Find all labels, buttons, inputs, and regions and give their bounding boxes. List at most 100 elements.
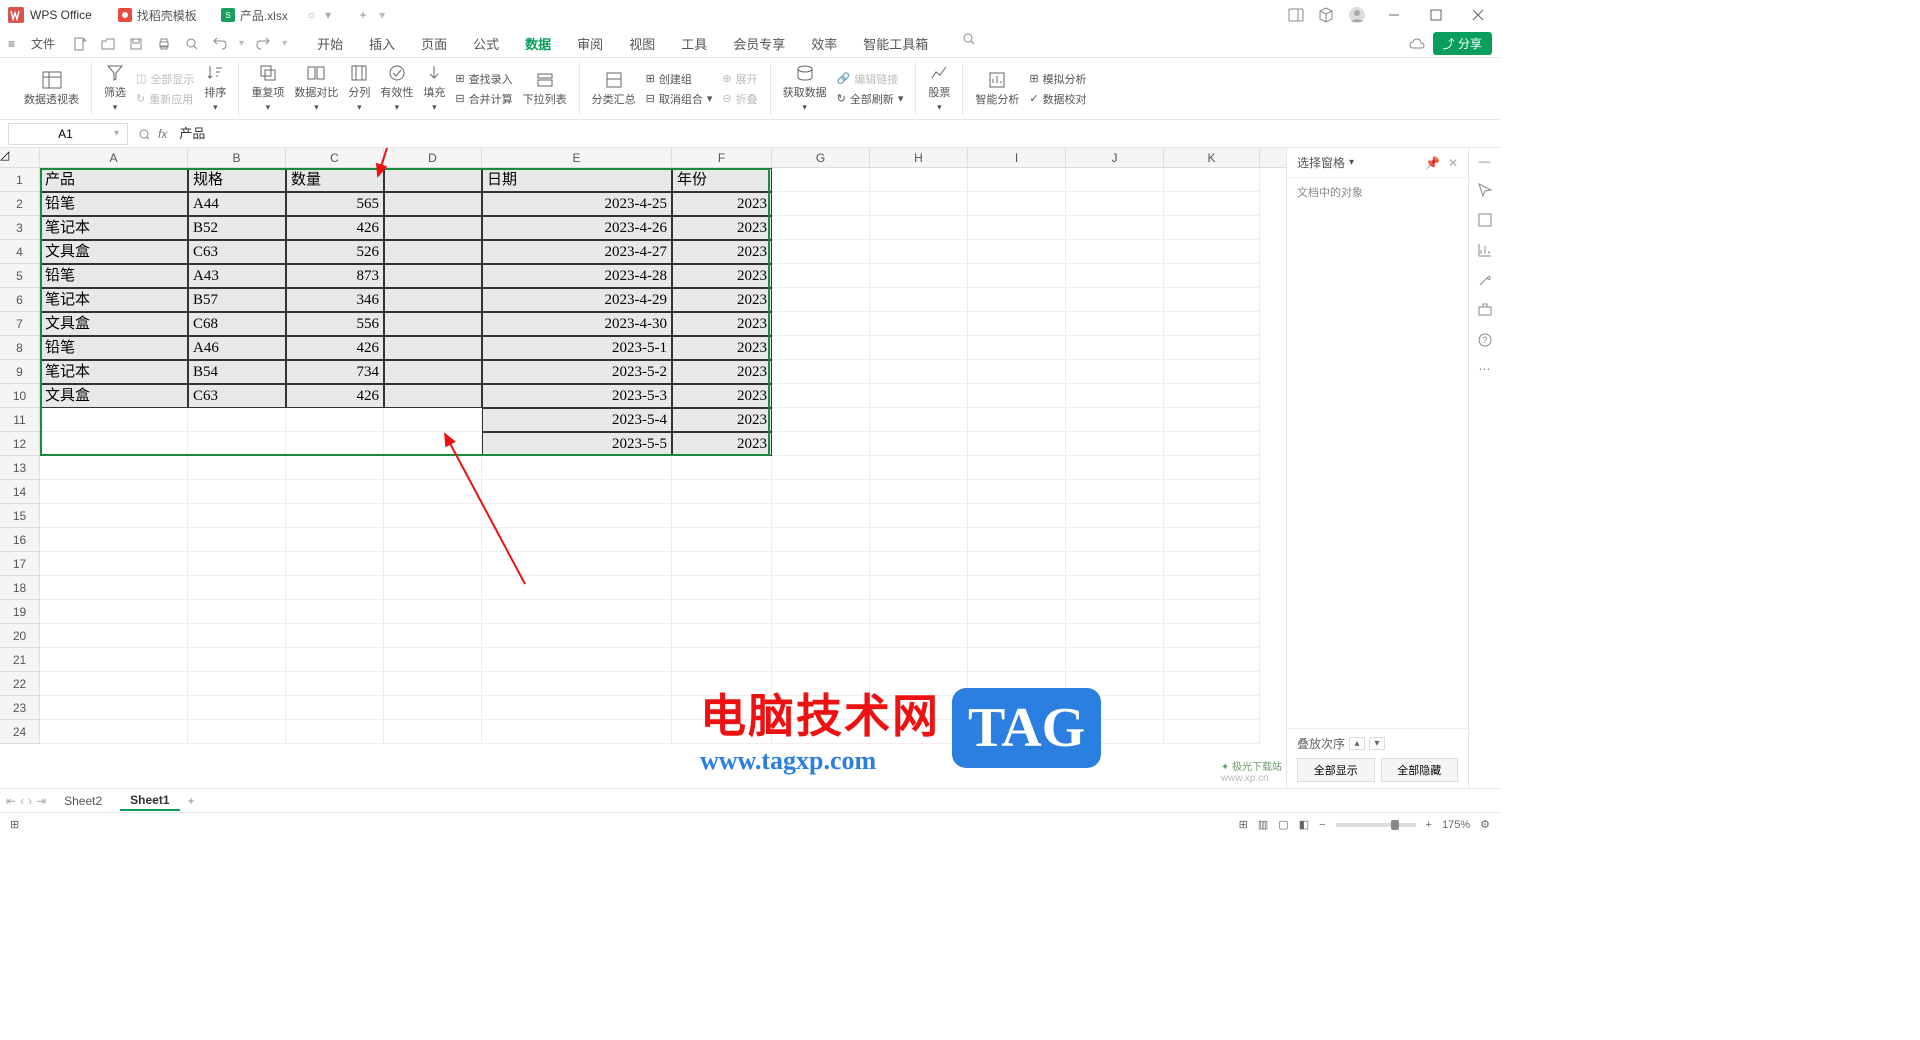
cell-I2[interactable]: [968, 192, 1066, 216]
tab-formula[interactable]: 公式: [469, 32, 503, 55]
cell-F13[interactable]: [672, 456, 772, 480]
dropdown-button[interactable]: 下拉列表: [523, 71, 567, 107]
cell-G1[interactable]: [772, 168, 870, 192]
cell-B11[interactable]: [188, 408, 286, 432]
cell-D2[interactable]: [384, 192, 482, 216]
cell-E10[interactable]: 2023-5-3: [482, 384, 672, 408]
cell-F18[interactable]: [672, 576, 772, 600]
chart-icon[interactable]: [1477, 242, 1493, 258]
cell-I19[interactable]: [968, 600, 1066, 624]
cell-J1[interactable]: [1066, 168, 1164, 192]
cell-A6[interactable]: 笔记本: [40, 288, 188, 312]
tab-template[interactable]: 找稻壳模板: [108, 3, 207, 28]
tab-efficiency[interactable]: 效率: [807, 32, 841, 55]
cell-D18[interactable]: [384, 576, 482, 600]
cell-D17[interactable]: [384, 552, 482, 576]
cell-E2[interactable]: 2023-4-25: [482, 192, 672, 216]
row-header-23[interactable]: 23: [0, 696, 39, 720]
cell-H1[interactable]: [870, 168, 968, 192]
cell-C6[interactable]: 346: [286, 288, 384, 312]
cell-E16[interactable]: [482, 528, 672, 552]
cell-B7[interactable]: C68: [188, 312, 286, 336]
cell-H22[interactable]: [870, 672, 968, 696]
cell-D5[interactable]: [384, 264, 482, 288]
cell-I1[interactable]: [968, 168, 1066, 192]
cell-A16[interactable]: [40, 528, 188, 552]
cell-C20[interactable]: [286, 624, 384, 648]
cell-J7[interactable]: [1066, 312, 1164, 336]
name-box[interactable]: A1 ▾: [8, 123, 128, 145]
save-icon[interactable]: [127, 35, 145, 53]
cell-I13[interactable]: [968, 456, 1066, 480]
sheet-first-icon[interactable]: ⇤: [6, 794, 16, 808]
cell-J19[interactable]: [1066, 600, 1164, 624]
tab-insert[interactable]: 插入: [365, 32, 399, 55]
cloud-icon[interactable]: [1409, 36, 1425, 52]
cell-E5[interactable]: 2023-4-28: [482, 264, 672, 288]
cell-H19[interactable]: [870, 600, 968, 624]
cell-B21[interactable]: [188, 648, 286, 672]
cell-B8[interactable]: A46: [188, 336, 286, 360]
cell-I4[interactable]: [968, 240, 1066, 264]
group-button[interactable]: ⊞创建组: [646, 71, 713, 87]
cell-F16[interactable]: [672, 528, 772, 552]
cell-F1[interactable]: 年份: [672, 168, 772, 192]
cell-I17[interactable]: [968, 552, 1066, 576]
expand-fx-icon[interactable]: [138, 128, 150, 140]
cell-G15[interactable]: [772, 504, 870, 528]
sheet-next-icon[interactable]: ›: [28, 794, 32, 808]
cell-D23[interactable]: [384, 696, 482, 720]
cell-J12[interactable]: [1066, 432, 1164, 456]
cell-E20[interactable]: [482, 624, 672, 648]
cell-C14[interactable]: [286, 480, 384, 504]
cell-K8[interactable]: [1164, 336, 1260, 360]
cell-J9[interactable]: [1066, 360, 1164, 384]
cell-E19[interactable]: [482, 600, 672, 624]
pin-icon[interactable]: 📌: [1425, 156, 1440, 170]
row-header-2[interactable]: 2: [0, 192, 39, 216]
cell-K18[interactable]: [1164, 576, 1260, 600]
cell-H7[interactable]: [870, 312, 968, 336]
cell-A1[interactable]: 产品: [40, 168, 188, 192]
cell-F11[interactable]: 2023: [672, 408, 772, 432]
cell-K4[interactable]: [1164, 240, 1260, 264]
cell-E17[interactable]: [482, 552, 672, 576]
cell-B5[interactable]: A43: [188, 264, 286, 288]
cell-D21[interactable]: [384, 648, 482, 672]
cell-D10[interactable]: [384, 384, 482, 408]
row-header-15[interactable]: 15: [0, 504, 39, 528]
cell-I5[interactable]: [968, 264, 1066, 288]
cell-K2[interactable]: [1164, 192, 1260, 216]
cell-D15[interactable]: [384, 504, 482, 528]
cell-H13[interactable]: [870, 456, 968, 480]
expand-button[interactable]: ⊕展开: [722, 71, 757, 87]
cell-K11[interactable]: [1164, 408, 1260, 432]
cell-F12[interactable]: 2023: [672, 432, 772, 456]
cell-E1[interactable]: 日期: [482, 168, 672, 192]
cell-I24[interactable]: [968, 720, 1066, 744]
cell-A3[interactable]: 笔记本: [40, 216, 188, 240]
cube-icon[interactable]: [1318, 7, 1334, 23]
cell-J6[interactable]: [1066, 288, 1164, 312]
row-header-14[interactable]: 14: [0, 480, 39, 504]
cell-F22[interactable]: [672, 672, 772, 696]
cell-K14[interactable]: [1164, 480, 1260, 504]
row-header-18[interactable]: 18: [0, 576, 39, 600]
help-icon[interactable]: ?: [1477, 332, 1493, 348]
cell-E12[interactable]: 2023-5-5: [482, 432, 672, 456]
cell-C11[interactable]: [286, 408, 384, 432]
cell-K20[interactable]: [1164, 624, 1260, 648]
new-tab-button[interactable]: +: [351, 3, 375, 27]
cell-B15[interactable]: [188, 504, 286, 528]
cell-F10[interactable]: 2023: [672, 384, 772, 408]
zoom-slider[interactable]: [1336, 823, 1416, 827]
cell-F17[interactable]: [672, 552, 772, 576]
cell-K23[interactable]: [1164, 696, 1260, 720]
row-header-21[interactable]: 21: [0, 648, 39, 672]
row-header-17[interactable]: 17: [0, 552, 39, 576]
cell-B10[interactable]: C63: [188, 384, 286, 408]
cell-A14[interactable]: [40, 480, 188, 504]
sort-button[interactable]: 排序▾: [204, 64, 226, 113]
get-data-button[interactable]: 获取数据▾: [783, 64, 827, 113]
cell-G5[interactable]: [772, 264, 870, 288]
